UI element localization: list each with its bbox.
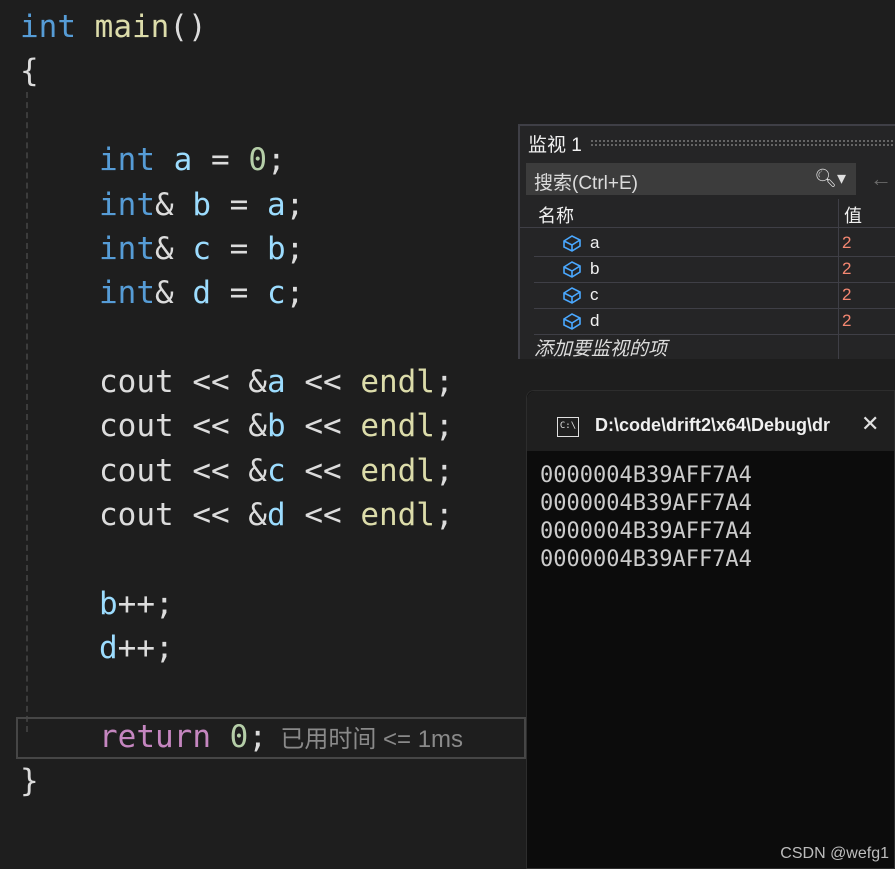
back-arrow-icon[interactable]: ←: [870, 166, 892, 192]
close-icon[interactable]: ✕: [861, 411, 879, 437]
indent-guide: [26, 92, 28, 732]
watermark: CSDN @wefg1: [780, 845, 889, 862]
code-line-cout-c[interactable]: cout << &c << endl;: [99, 449, 454, 493]
code-editor[interactable]: int main() { int a = 0; int& b = a; int&…: [0, 0, 526, 869]
code-line-cout-d[interactable]: cout << &d << endl;: [99, 493, 454, 537]
variable-icon: [563, 287, 581, 304]
console-title: D:\code\drift2\x64\Debug\dr: [595, 415, 831, 435]
code-line-int-b[interactable]: int& b = a;: [99, 183, 304, 227]
code-line-main[interactable]: int main(): [20, 5, 207, 49]
variable-icon: [563, 313, 581, 330]
code-line-cout-b[interactable]: cout << &b << endl;: [99, 404, 454, 448]
console-line: 0000004B39AFF7A4: [540, 491, 752, 516]
console-line: 0000004B39AFF7A4: [540, 547, 752, 572]
console-line: 0000004B39AFF7A4: [540, 519, 752, 544]
console-window: C:\ D:\code\drift2\x64\Debug\dr ✕ 000000…: [526, 390, 895, 869]
watch-search-input[interactable]: 搜索(Ctrl+E) 🔍︎▾: [526, 163, 856, 195]
drag-grip[interactable]: [590, 139, 895, 146]
code-line-return[interactable]: return 0; 已用时间 <= 1ms: [99, 715, 463, 759]
col-name[interactable]: 名称: [538, 202, 574, 228]
keyword: int: [20, 9, 76, 45]
code-line-cout-a[interactable]: cout << &a << endl;: [99, 360, 454, 404]
watch-row[interactable]: a 2: [534, 230, 895, 257]
console-icon: C:\: [557, 417, 579, 437]
col-value[interactable]: 值: [844, 202, 862, 228]
watch-window: 监视 1 搜索(Ctrl+E) 🔍︎▾ ← 名称 值 a 2 b 2 c 2 d…: [518, 124, 895, 361]
watch-row[interactable]: c 2: [534, 282, 895, 309]
console-line: 0000004B39AFF7A4: [540, 463, 752, 488]
variable-icon: [563, 235, 581, 252]
watch-row[interactable]: b 2: [534, 256, 895, 283]
watch-title: 监视 1: [528, 135, 582, 156]
code-line-b-increment[interactable]: b++;: [99, 582, 174, 626]
watch-row[interactable]: d 2: [534, 308, 895, 335]
code-line-open-brace[interactable]: {: [20, 49, 39, 93]
code-line-int-d[interactable]: int& d = c;: [99, 271, 304, 315]
code-line-close-brace[interactable]: }: [20, 759, 39, 803]
code-line-d-increment[interactable]: d++;: [99, 626, 174, 670]
code-line-int-c[interactable]: int& c = b;: [99, 227, 304, 271]
search-icon[interactable]: 🔍︎▾: [814, 168, 846, 189]
variable-icon: [563, 261, 581, 278]
code-line-int-a[interactable]: int a = 0;: [99, 138, 286, 182]
perf-tip: 已用时间 <= 1ms: [280, 726, 464, 753]
add-watch-item[interactable]: 添加要监视的项: [534, 334, 667, 361]
console-tab[interactable]: C:\ D:\code\drift2\x64\Debug\dr ✕: [527, 391, 894, 451]
function-name: main: [94, 9, 170, 45]
